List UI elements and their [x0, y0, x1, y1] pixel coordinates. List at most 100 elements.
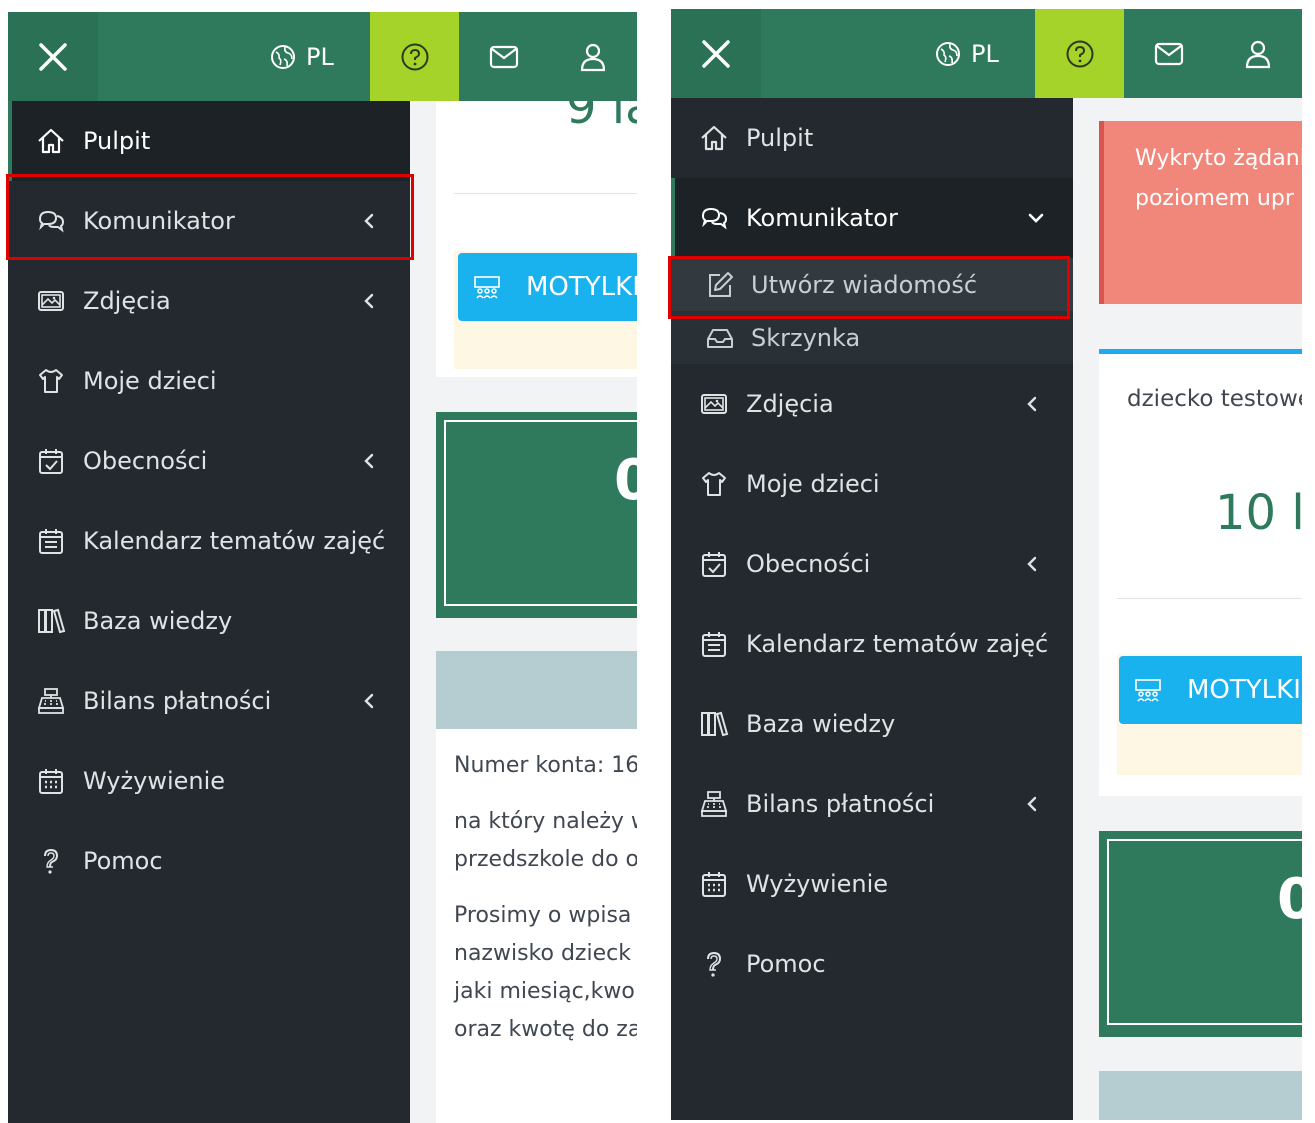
komunikator-submenu: Utwórz wiadomość Skrzynka — [671, 258, 1073, 364]
nav-label: Komunikator — [746, 204, 898, 232]
payment-text: nazwisko dzieck — [454, 941, 631, 966]
account-button[interactable] — [548, 12, 637, 101]
top-bar: PL — [671, 9, 1302, 98]
main-content: 9 lat MOTYLKI 0 Numer konta: 16 na który… — [410, 101, 637, 1123]
close-icon — [39, 42, 67, 71]
group-button[interactable]: MOTYLKI — [1119, 656, 1302, 724]
chevron-left-icon — [364, 293, 374, 309]
screenshot-right: PL Pulpit Komunikator Utwórz wiadomość S… — [671, 9, 1302, 1120]
close-menu-button[interactable] — [8, 12, 98, 101]
chevron-left-icon — [364, 213, 374, 229]
nav-item-baza-wiedzy[interactable]: Baza wiedzy — [8, 581, 410, 661]
child-card: dziecko testowe 10 lat MOTYLKI — [1099, 349, 1302, 796]
chevron-left-icon — [364, 693, 374, 709]
nav-item-komunikator[interactable]: Komunikator — [8, 181, 410, 261]
nav-item-kalendarz[interactable]: Kalendarz tematów zajęć — [8, 501, 410, 581]
nav-label: Zdjęcia — [746, 390, 834, 418]
close-menu-button[interactable] — [671, 9, 761, 98]
nav-item-kalendarz[interactable]: Kalendarz tematów zajęć — [671, 604, 1073, 684]
nav-item-bilans[interactable]: Bilans płatności — [8, 661, 410, 741]
nav-item-baza-wiedzy[interactable]: Baza wiedzy — [671, 684, 1073, 764]
nav-label: Pulpit — [746, 124, 814, 152]
stat-value: 0 — [614, 448, 637, 513]
payment-card: Numer konta: 16 na który należy w przeds… — [436, 729, 637, 1123]
chevron-left-icon — [1027, 396, 1037, 412]
shirt-icon — [702, 472, 726, 496]
nav-item-wyzywienie[interactable]: Wyżywienie — [8, 741, 410, 821]
messages-button[interactable] — [1124, 9, 1213, 98]
user-icon — [580, 43, 605, 71]
calendar-grid-icon — [39, 769, 63, 794]
books-icon — [38, 608, 66, 634]
nav-item-skrzynka[interactable]: Skrzynka — [671, 311, 1073, 364]
edit-icon — [709, 271, 733, 297]
nav-item-pulpit[interactable]: Pulpit — [671, 98, 1073, 178]
payment-text: na który należy w — [454, 809, 637, 834]
help-button[interactable] — [1035, 9, 1124, 98]
nav-item-komunikator[interactable]: Komunikator — [671, 178, 1073, 258]
stat-tile: 0 — [1099, 831, 1302, 1037]
chevron-left-icon — [1027, 796, 1037, 812]
help-icon — [1066, 40, 1093, 67]
group-button[interactable]: MOTYLKI — [458, 253, 637, 321]
mail-icon — [1154, 42, 1183, 65]
payment-text: Prosimy o wpisa — [454, 903, 632, 928]
group-icon — [474, 276, 500, 299]
nav-label: Obecności — [83, 447, 208, 475]
nav-label: Pulpit — [83, 127, 151, 155]
nav-item-pulpit[interactable]: Pulpit — [8, 101, 410, 181]
stat-tile: 0 — [436, 412, 637, 618]
globe-icon — [271, 44, 295, 69]
nav-item-moje-dzieci[interactable]: Moje dzieci — [8, 341, 410, 421]
globe-icon — [936, 41, 960, 66]
nav-item-bilans[interactable]: Bilans płatności — [671, 764, 1073, 844]
nav-item-utworz-wiadomosc[interactable]: Utwórz wiadomość — [671, 258, 1073, 311]
nav-label: Komunikator — [83, 207, 235, 235]
language-switcher[interactable]: PL — [270, 12, 370, 101]
group-name: MOTYLKI — [1187, 675, 1301, 705]
nav-label: Pomoc — [746, 950, 826, 978]
sidebar: Pulpit Komunikator Zdjęcia Moje dzieci O… — [8, 101, 410, 1123]
mail-icon — [489, 45, 518, 68]
chevron-left-icon — [364, 453, 374, 469]
nav-label: Moje dzieci — [746, 470, 880, 498]
calendar-check-icon — [702, 552, 726, 577]
chevron-left-icon — [1027, 556, 1037, 572]
nav-item-pomoc[interactable]: Pomoc — [8, 821, 410, 901]
home-icon — [701, 125, 727, 151]
nav-label: Baza wiedzy — [746, 710, 896, 738]
nav-item-zdjecia[interactable]: Zdjęcia — [671, 364, 1073, 444]
language-switcher[interactable]: PL — [935, 9, 1035, 98]
nav-item-wyzywienie[interactable]: Wyżywienie — [671, 844, 1073, 924]
sidebar: Pulpit Komunikator Utwórz wiadomość Skrz… — [671, 98, 1073, 1120]
books-icon — [701, 711, 729, 737]
account-button[interactable] — [1213, 9, 1302, 98]
cash-register-icon — [37, 688, 65, 714]
nav-item-zdjecia[interactable]: Zdjęcia — [8, 261, 410, 341]
nav-item-pomoc[interactable]: Pomoc — [671, 924, 1073, 1004]
nav-label: Wyżywienie — [83, 767, 226, 795]
close-icon — [702, 39, 730, 68]
question-icon — [44, 848, 59, 874]
nav-label: Bilans płatności — [746, 790, 935, 818]
calendar-icon — [39, 529, 63, 554]
messages-button[interactable] — [459, 12, 548, 101]
question-icon — [707, 951, 722, 977]
child-age: 9 lat — [566, 101, 637, 135]
help-button[interactable] — [370, 12, 459, 101]
user-icon — [1245, 40, 1270, 68]
nav-item-obecnosci[interactable]: Obecności — [671, 524, 1073, 604]
payment-card-header — [1099, 1071, 1302, 1120]
help-icon — [401, 43, 428, 70]
nav-label: Baza wiedzy — [83, 607, 233, 635]
account-number: Numer konta: 16 — [454, 753, 637, 778]
home-icon — [38, 128, 64, 154]
nav-item-moje-dzieci[interactable]: Moje dzieci — [671, 444, 1073, 524]
stat-tile-border — [1107, 839, 1302, 1025]
group-name: MOTYLKI — [526, 272, 637, 302]
nav-item-obecnosci[interactable]: Obecności — [8, 421, 410, 501]
cash-register-icon — [700, 791, 728, 817]
payment-text: przedszkole do o — [454, 847, 637, 872]
photos-icon — [701, 394, 727, 414]
calendar-check-icon — [39, 449, 63, 474]
